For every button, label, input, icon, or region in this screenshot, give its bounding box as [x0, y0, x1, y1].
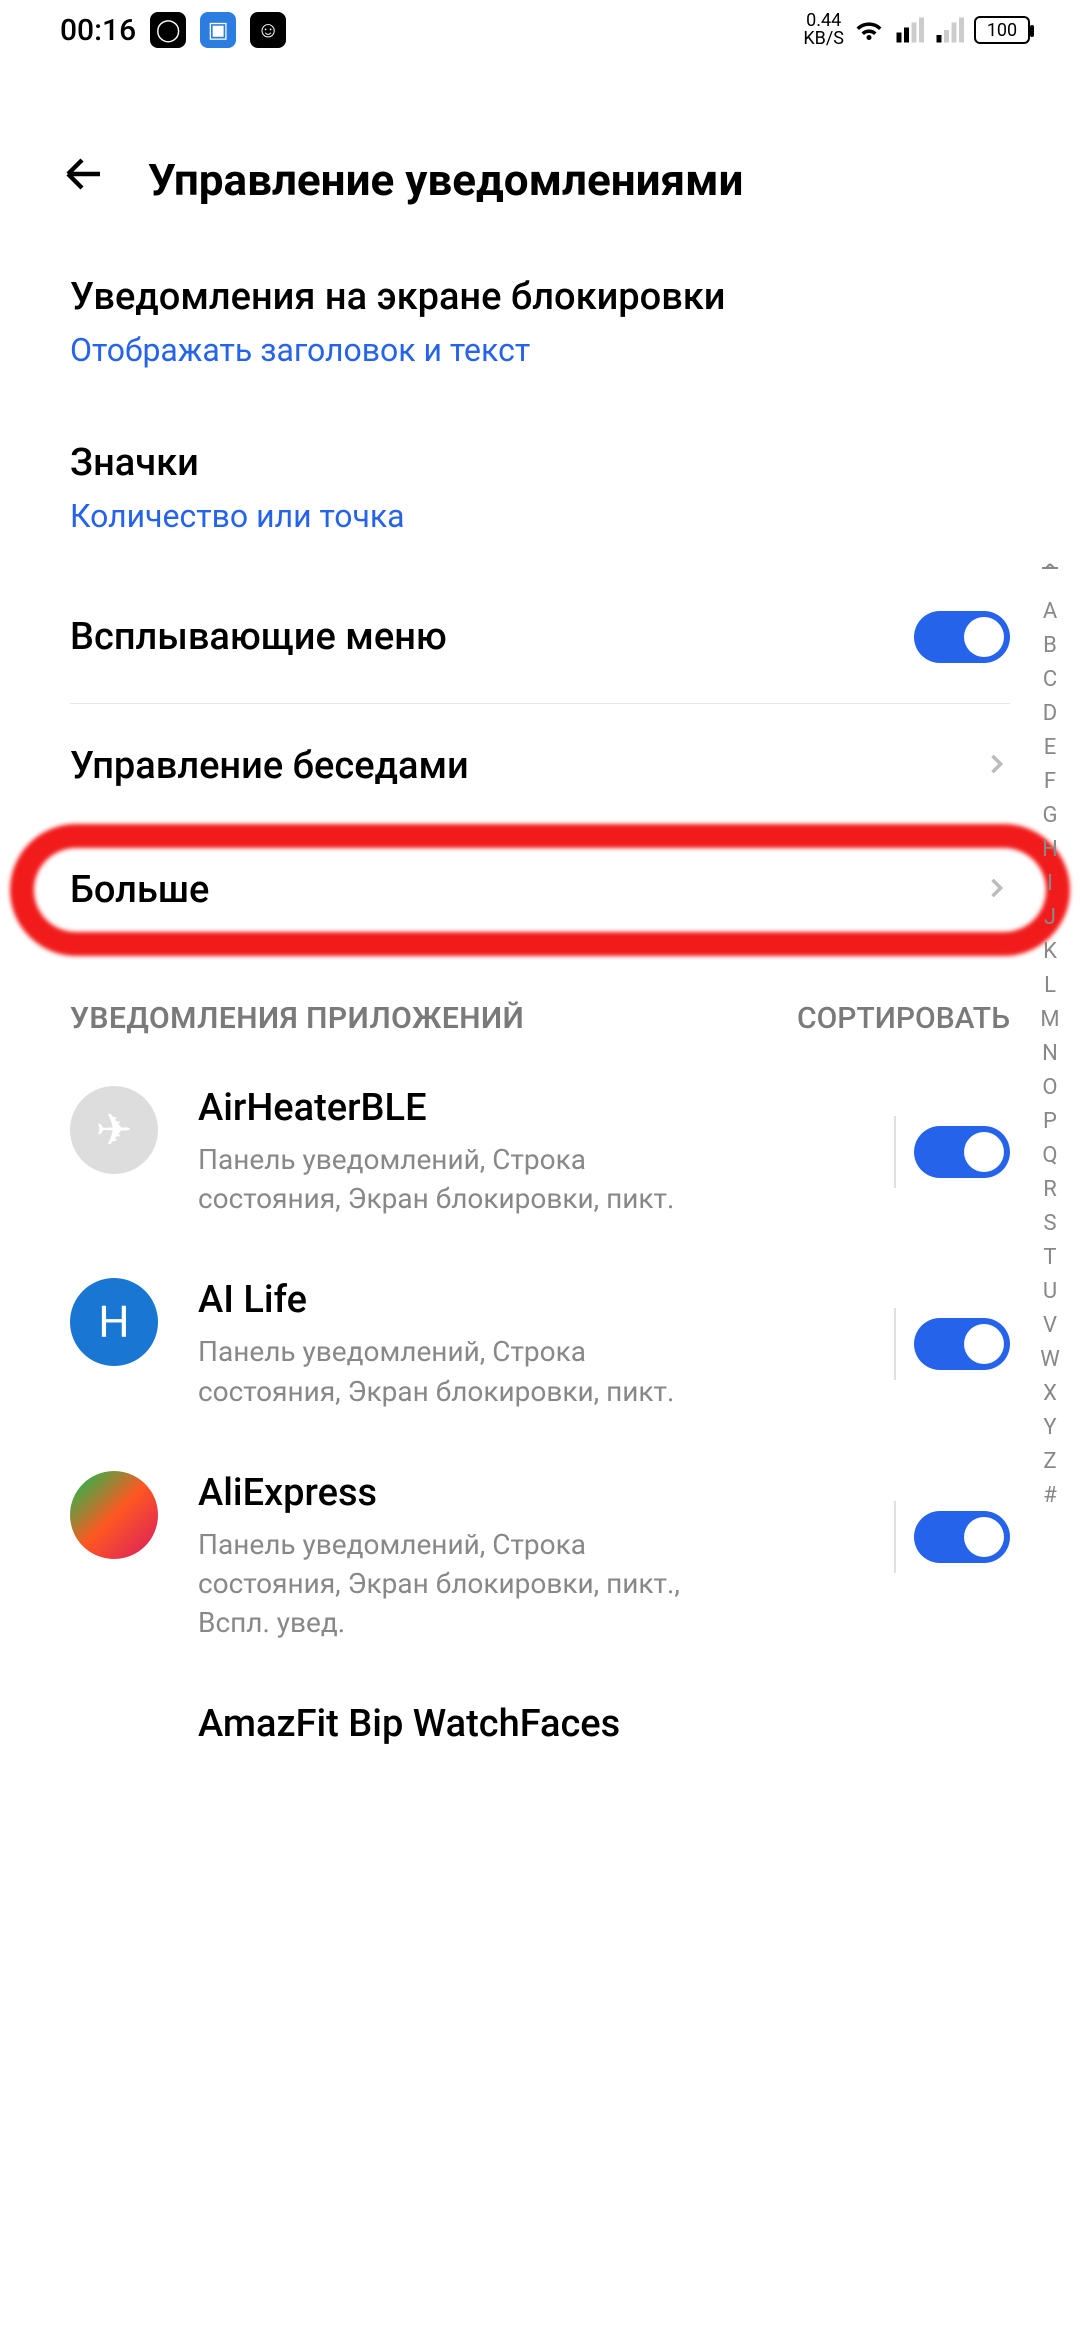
page-title: Управление уведомлениями — [148, 154, 743, 206]
alpha-letter[interactable]: L — [1038, 975, 1062, 997]
alpha-letter[interactable]: # — [1038, 1485, 1062, 1507]
alpha-letter[interactable]: R — [1038, 1179, 1062, 1201]
app-name-partial: AmazFit Bip WatchFaces — [70, 1672, 1010, 1746]
alpha-letter[interactable]: Y — [1038, 1417, 1062, 1439]
lockscreen-title: Уведомления на экране блокировки — [70, 275, 1010, 319]
signal-icon-1 — [894, 15, 924, 45]
app-row[interactable]: ✈ AirHeaterBLE Панель уведомлений, Строк… — [70, 1056, 1010, 1248]
alpha-letter[interactable]: Z — [1038, 1451, 1062, 1473]
alpha-letter[interactable]: F — [1038, 771, 1062, 793]
badges-item[interactable]: Значки Количество или точка — [70, 405, 1010, 571]
app-toggle[interactable] — [914, 1126, 1010, 1178]
status-app-icon-1: ◯ — [150, 12, 186, 48]
battery-level: 100 — [987, 20, 1017, 41]
battery-icon: 100 — [974, 16, 1030, 44]
wifi-icon — [854, 15, 884, 45]
app-name: AI Life — [198, 1278, 854, 1322]
alpha-letter[interactable]: M — [1038, 1009, 1062, 1031]
conversations-item[interactable]: Управление беседами — [70, 704, 1010, 828]
alpha-letter[interactable]: C — [1038, 669, 1062, 691]
app-info: AliExpress Панель уведомлений, Строка со… — [198, 1471, 854, 1643]
app-toggle-wrap — [894, 1086, 1010, 1188]
status-right: 0.44 KB/S 100 — [803, 12, 1030, 48]
alpha-letter[interactable]: I — [1038, 873, 1062, 895]
app-toggle-divider — [894, 1116, 896, 1188]
app-toggle-divider — [894, 1501, 896, 1573]
alpha-letter[interactable]: V — [1038, 1315, 1062, 1337]
app-toggle-wrap — [894, 1471, 1010, 1573]
alpha-letter[interactable]: T — [1038, 1247, 1062, 1269]
app-row[interactable]: H AI Life Панель уведомлений, Строка сос… — [70, 1248, 1010, 1440]
status-bar: 00:16 ◯ ▣ ☺ 0.44 KB/S 100 — [0, 0, 1080, 60]
app-list-header-label: УВЕДОМЛЕНИЯ ПРИЛОЖЕНИЙ — [70, 1001, 524, 1036]
status-app-icon-3: ☺ — [250, 12, 286, 48]
alpha-letter[interactable]: J — [1038, 907, 1062, 929]
sort-button[interactable]: СОРТИРОВАТЬ — [797, 1001, 1010, 1036]
more-label: Больше — [70, 868, 209, 912]
alpha-letter[interactable]: K — [1038, 941, 1062, 963]
kbs-unit: KB/S — [803, 30, 844, 48]
app-desc: Панель уведомлений, Строка состояния, Эк… — [198, 1140, 718, 1218]
app-name: AliExpress — [198, 1471, 854, 1515]
app-name: AirHeaterBLE — [198, 1086, 854, 1130]
lockscreen-subtitle: Отображать заголовок и текст — [70, 331, 1010, 369]
alpha-letter[interactable]: P — [1038, 1111, 1062, 1133]
app-icon-aliexpress — [70, 1471, 158, 1559]
alpha-letter[interactable]: H — [1038, 839, 1062, 861]
alpha-letter[interactable]: O — [1038, 1077, 1062, 1099]
page-header: Управление уведомлениями — [0, 120, 1080, 239]
conversations-label: Управление беседами — [70, 744, 469, 788]
back-icon[interactable] — [60, 150, 108, 209]
popup-menus-item[interactable]: Всплывающие меню — [70, 571, 1010, 703]
app-icon-airheater: ✈ — [70, 1086, 158, 1174]
app-info: AI Life Панель уведомлений, Строка состо… — [198, 1278, 854, 1410]
app-toggle[interactable] — [914, 1318, 1010, 1370]
alpha-letter[interactable]: S — [1038, 1213, 1062, 1235]
alpha-letter[interactable]: D — [1038, 703, 1062, 725]
alpha-letter[interactable]: X — [1038, 1383, 1062, 1405]
alpha-letter[interactable]: E — [1038, 737, 1062, 759]
app-row[interactable]: AliExpress Панель уведомлений, Строка со… — [70, 1441, 1010, 1673]
lockscreen-notifications-item[interactable]: Уведомления на экране блокировки Отображ… — [70, 239, 1010, 405]
app-desc: Панель уведомлений, Строка состояния, Эк… — [198, 1525, 718, 1643]
alpha-index[interactable]: A B C D E F G H I J K L M N O P Q R S T … — [1038, 560, 1062, 1507]
status-time: 00:16 — [60, 13, 136, 48]
alpha-letter[interactable]: W — [1038, 1349, 1062, 1371]
more-item[interactable]: Больше — [70, 828, 1010, 952]
popup-toggle[interactable] — [914, 611, 1010, 663]
more-item-highlighted: Больше — [70, 828, 1010, 952]
app-toggle-wrap — [894, 1278, 1010, 1380]
app-toggle-divider — [894, 1308, 896, 1380]
alpha-letter[interactable]: B — [1038, 635, 1062, 657]
badges-title: Значки — [70, 441, 1010, 485]
status-app-icon-2: ▣ — [200, 12, 236, 48]
alpha-letter[interactable]: U — [1038, 1281, 1062, 1303]
app-icon-ailife: H — [70, 1278, 158, 1366]
alpha-up-icon[interactable] — [1038, 560, 1062, 589]
chevron-right-icon — [982, 750, 1010, 782]
popup-label: Всплывающие меню — [70, 615, 447, 659]
alpha-letter[interactable]: G — [1038, 805, 1062, 827]
chevron-right-icon — [982, 874, 1010, 906]
alpha-letter[interactable]: Q — [1038, 1145, 1062, 1167]
app-info: AirHeaterBLE Панель уведомлений, Строка … — [198, 1086, 854, 1218]
app-desc: Панель уведомлений, Строка состояния, Эк… — [198, 1332, 718, 1410]
status-network-speed: 0.44 KB/S — [803, 12, 844, 48]
alpha-letter[interactable]: N — [1038, 1043, 1062, 1065]
status-left: 00:16 ◯ ▣ ☺ — [60, 12, 286, 48]
signal-icon-2 — [934, 15, 964, 45]
app-toggle[interactable] — [914, 1511, 1010, 1563]
app-list-header: УВЕДОМЛЕНИЯ ПРИЛОЖЕНИЙ СОРТИРОВАТЬ — [70, 953, 1010, 1056]
alpha-letter[interactable]: A — [1038, 601, 1062, 623]
badges-subtitle: Количество или точка — [70, 497, 1010, 535]
